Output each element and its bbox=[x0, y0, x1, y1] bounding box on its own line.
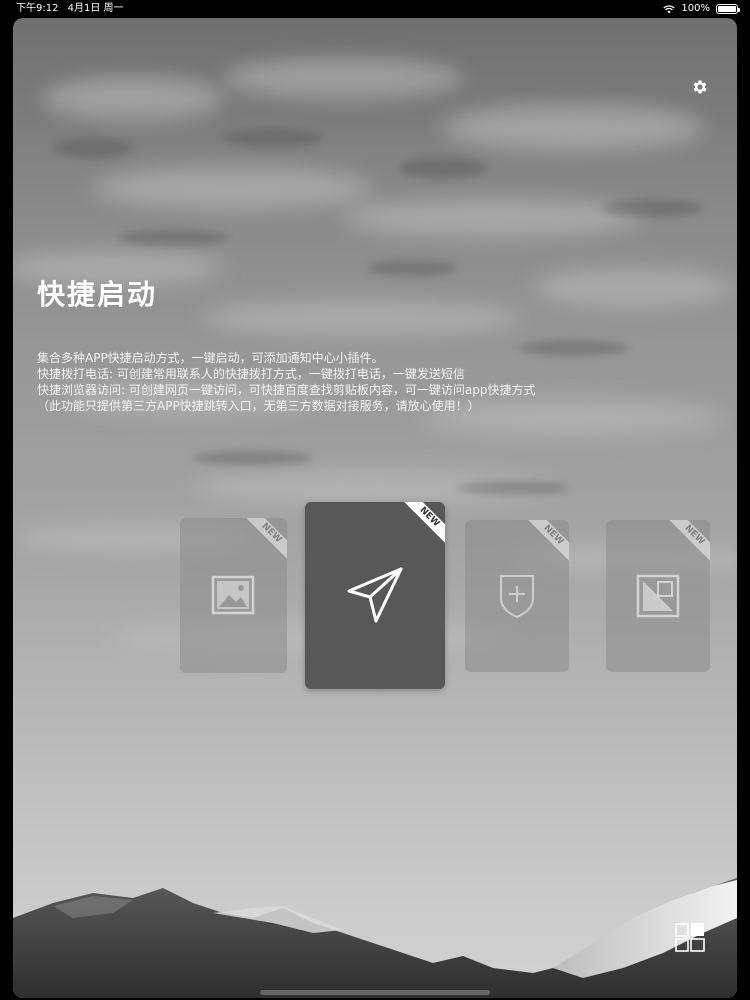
card-photo-frame[interactable]: NEW bbox=[606, 520, 710, 672]
description-line: 集合多种APP快捷启动方式，一键启动，可添加通知中心小插件。 bbox=[37, 351, 384, 365]
status-time: 下午9:12 bbox=[16, 3, 59, 14]
new-badge: NEW bbox=[666, 520, 710, 564]
shield-plus-icon bbox=[500, 575, 534, 619]
card-shield[interactable]: NEW bbox=[465, 520, 569, 672]
card-paper-plane[interactable]: NEW bbox=[305, 502, 445, 689]
new-badge: NEW bbox=[243, 518, 287, 562]
grid-icon[interactable] bbox=[675, 922, 705, 952]
photo-frame-icon bbox=[636, 574, 680, 618]
page-title: 快捷启动 bbox=[37, 278, 158, 311]
new-badge: NEW bbox=[401, 502, 445, 546]
paper-plane-icon bbox=[347, 567, 403, 623]
status-bar: 下午9:12 4月1日 周一 100% bbox=[0, 0, 750, 18]
description-line: 快捷拨打电话: 可创建常用联系人的快捷拨打方式，一键拨打电话，一键发送短信 bbox=[37, 367, 465, 381]
battery-icon bbox=[716, 4, 740, 14]
battery-percent: 100% bbox=[681, 3, 710, 14]
new-badge: NEW bbox=[525, 520, 569, 564]
card-image[interactable]: NEW bbox=[180, 518, 287, 673]
feature-description: 集合多种APP快捷启动方式，一键启动，可添加通知中心小插件。 快捷拨打电话: 可… bbox=[37, 350, 717, 414]
app-screen: 快捷启动 集合多种APP快捷启动方式，一键启动，可添加通知中心小插件。 快捷拨打… bbox=[13, 18, 737, 998]
gear-icon[interactable] bbox=[691, 78, 709, 96]
status-time-date: 下午9:12 4月1日 周一 bbox=[16, 0, 124, 18]
wifi-icon bbox=[663, 4, 676, 13]
description-line: （此功能只提供第三方APP快捷跳转入口，无第三方数据对接服务，请放心使用！） bbox=[37, 399, 480, 413]
image-icon bbox=[211, 575, 255, 615]
status-date: 4月1日 周一 bbox=[67, 3, 124, 14]
home-indicator[interactable] bbox=[260, 990, 490, 995]
status-right: 100% bbox=[663, 0, 740, 18]
description-line: 快捷浏览器访问: 可创建网页一键访问，可快捷百度查找剪贴板内容，可一键访问app… bbox=[37, 383, 536, 397]
